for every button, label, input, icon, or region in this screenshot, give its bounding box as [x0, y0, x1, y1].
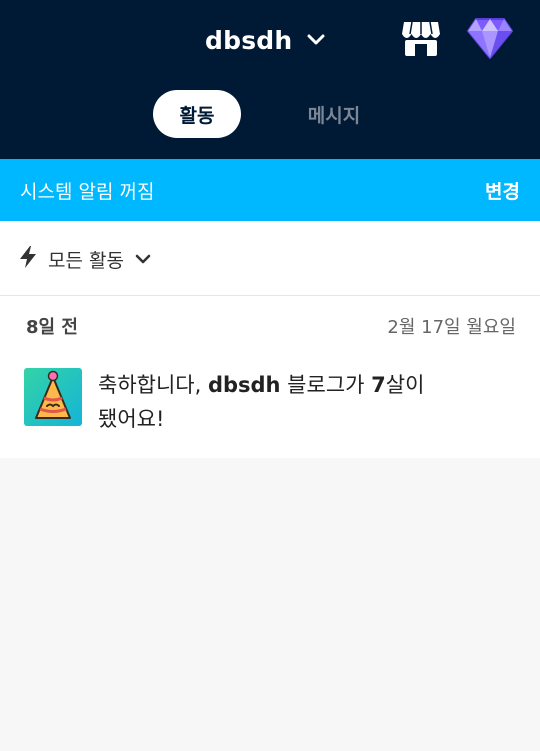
- chevron-down-icon: [306, 33, 326, 47]
- diamond-icon[interactable]: [466, 16, 514, 60]
- notif-suffix-2: 됐어요!: [98, 407, 165, 431]
- notification-item[interactable]: 축하합니다, dbsdh 블로그가 7살이됐어요!: [24, 368, 524, 448]
- activity-feed: 8일 전 2월 17일 월요일 축하합니다, dbsdh 블로그가 7살이 됐어…: [0, 296, 540, 458]
- lightning-icon: [18, 245, 38, 273]
- day-header: 8일 전 2월 17일 월요일: [26, 312, 516, 340]
- storefront-icon[interactable]: [400, 18, 442, 60]
- relative-date: 8일 전: [26, 317, 78, 338]
- top-header: dbsdh 활동 메시지: [0, 0, 540, 159]
- banner-text: 시스템 알림 꺼짐: [20, 180, 155, 203]
- notification-text: 축하합니다, dbsdh 블로그가 7살이됐어요!: [98, 368, 518, 436]
- tab-messages[interactable]: 메시지: [290, 90, 378, 138]
- notifications-off-banner: 시스템 알림 꺼짐 변경: [0, 159, 540, 221]
- notif-years: 7: [371, 373, 386, 397]
- party-hat-icon: [24, 368, 82, 426]
- notif-prefix: 축하합니다,: [98, 373, 208, 397]
- blog-switcher[interactable]: dbsdh: [205, 20, 326, 60]
- chevron-down-icon: [134, 250, 152, 269]
- notif-blog-name: dbsdh: [207, 373, 281, 397]
- activity-filter-dropdown[interactable]: 모든 활동: [18, 241, 152, 277]
- filter-label: 모든 활동: [48, 249, 124, 272]
- filter-bar: 모든 활동: [0, 221, 540, 296]
- notif-suffix-1: 살이: [385, 373, 425, 397]
- notif-middle: 블로그가: [280, 373, 372, 397]
- blog-name: dbsdh: [205, 25, 293, 55]
- full-date: 2월 17일 월요일: [387, 317, 516, 338]
- change-button[interactable]: 변경: [485, 177, 520, 204]
- tab-activity[interactable]: 활동: [153, 90, 241, 138]
